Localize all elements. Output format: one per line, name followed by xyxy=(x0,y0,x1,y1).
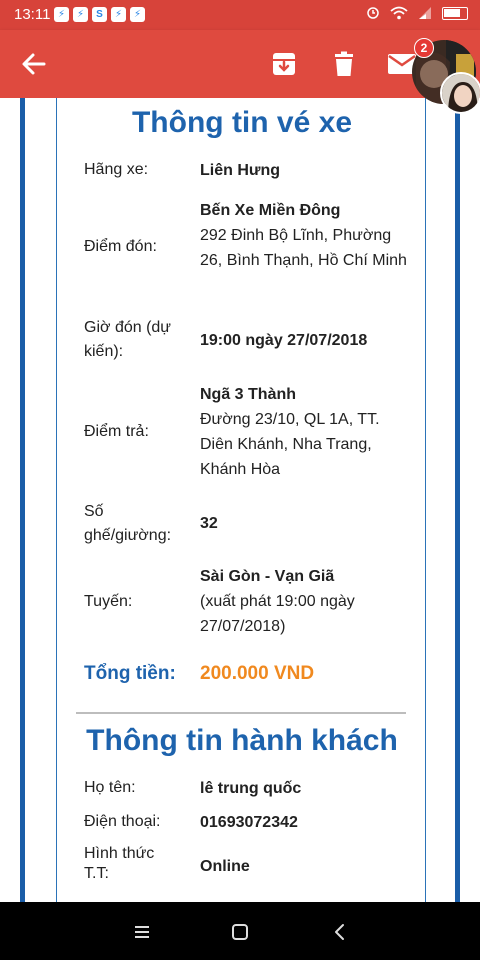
route-departure: (xuất phát 19:00 ngày 27/07/2018) xyxy=(200,593,355,635)
seat-value: 32 xyxy=(200,515,218,532)
chat-head-avatar-secondary[interactable] xyxy=(440,72,480,114)
phone-label: Điện thoại: xyxy=(84,813,161,830)
route-label: Tuyến: xyxy=(84,593,133,610)
route-name: Sài Gòn - Vạn Giã xyxy=(200,568,335,585)
dropoff-name: Ngã 3 Thành xyxy=(200,386,297,403)
seat-label: Số ghế/giường: xyxy=(84,503,172,544)
back-arrow-icon[interactable] xyxy=(18,48,50,80)
messenger-icon: ⚡ xyxy=(54,7,69,22)
total-value: 200.000 VND xyxy=(200,663,315,684)
system-nav-bar xyxy=(0,902,480,960)
back-icon[interactable] xyxy=(328,920,352,944)
pickup-name: Bến Xe Miền Đông xyxy=(200,202,341,219)
trash-icon[interactable] xyxy=(330,50,358,78)
ticket-title: Thông tin vé xe xyxy=(131,106,353,139)
route-value: Sài Gòn - Vạn Giã (xuất phát 19:00 ngày … xyxy=(200,564,410,639)
dropoff-address: Đường 23/10, QL 1A, TT. Diên Khánh, Nha … xyxy=(200,411,380,478)
dropoff-value: Ngã 3 Thành Đường 23/10, QL 1A, TT. Diên… xyxy=(200,382,410,482)
skype-icon: S xyxy=(92,7,107,22)
avatar-photo xyxy=(442,74,480,112)
menu-icon[interactable] xyxy=(130,920,154,944)
messenger-icon: ⚡ xyxy=(111,7,126,22)
battery-icon xyxy=(442,6,468,20)
phone-value[interactable]: 01693072342 xyxy=(200,810,410,835)
name-label: Họ tên: xyxy=(84,779,136,796)
payment-value: Online xyxy=(200,858,250,875)
status-time: 13:11 xyxy=(14,6,51,23)
email-body: Thông tin vé xe Hãng xe: Liên Hưng Điểm … xyxy=(0,98,480,902)
right-border xyxy=(455,98,460,902)
section-divider xyxy=(76,712,406,714)
pickup-value: Bến Xe Miền Đông 292 Đinh Bộ Lĩnh, Phườn… xyxy=(200,198,410,273)
passenger-title: Thông tin hành khách xyxy=(86,724,398,757)
app-bar xyxy=(0,30,480,98)
messenger-icon: ⚡ xyxy=(73,7,88,22)
pickup-time-value: 19:00 ngày 27/07/2018 xyxy=(200,332,368,349)
signal-icon xyxy=(419,7,431,19)
payment-label: Hình thức T.T: xyxy=(84,845,155,882)
unread-badge: 2 xyxy=(414,38,434,58)
alarm-icon xyxy=(367,7,379,19)
left-border xyxy=(20,98,25,902)
name-value: lê trung quốc xyxy=(200,780,302,797)
carrier-value: Liên Hưng xyxy=(200,162,281,179)
home-icon[interactable] xyxy=(228,920,252,944)
pickup-time-label: Giờ đón (dự kiến): xyxy=(84,319,172,360)
wifi-icon xyxy=(390,6,408,20)
dropoff-label: Điểm trả: xyxy=(84,423,149,440)
pickup-address: 292 Đinh Bộ Lĩnh, Phường 26, Bình Thạnh,… xyxy=(200,227,407,269)
messenger-icon: ⚡ xyxy=(130,7,145,22)
archive-icon[interactable] xyxy=(270,50,298,78)
status-bar: 13:11 ⚡ ⚡ S ⚡ ⚡ xyxy=(0,0,480,30)
total-label: Tổng tiền: xyxy=(84,663,176,684)
pickup-label: Điểm đón: xyxy=(84,238,157,255)
status-indicators xyxy=(366,6,468,20)
status-notifications: ⚡ ⚡ S ⚡ ⚡ xyxy=(54,7,145,22)
carrier-label: Hãng xe: xyxy=(84,161,149,178)
